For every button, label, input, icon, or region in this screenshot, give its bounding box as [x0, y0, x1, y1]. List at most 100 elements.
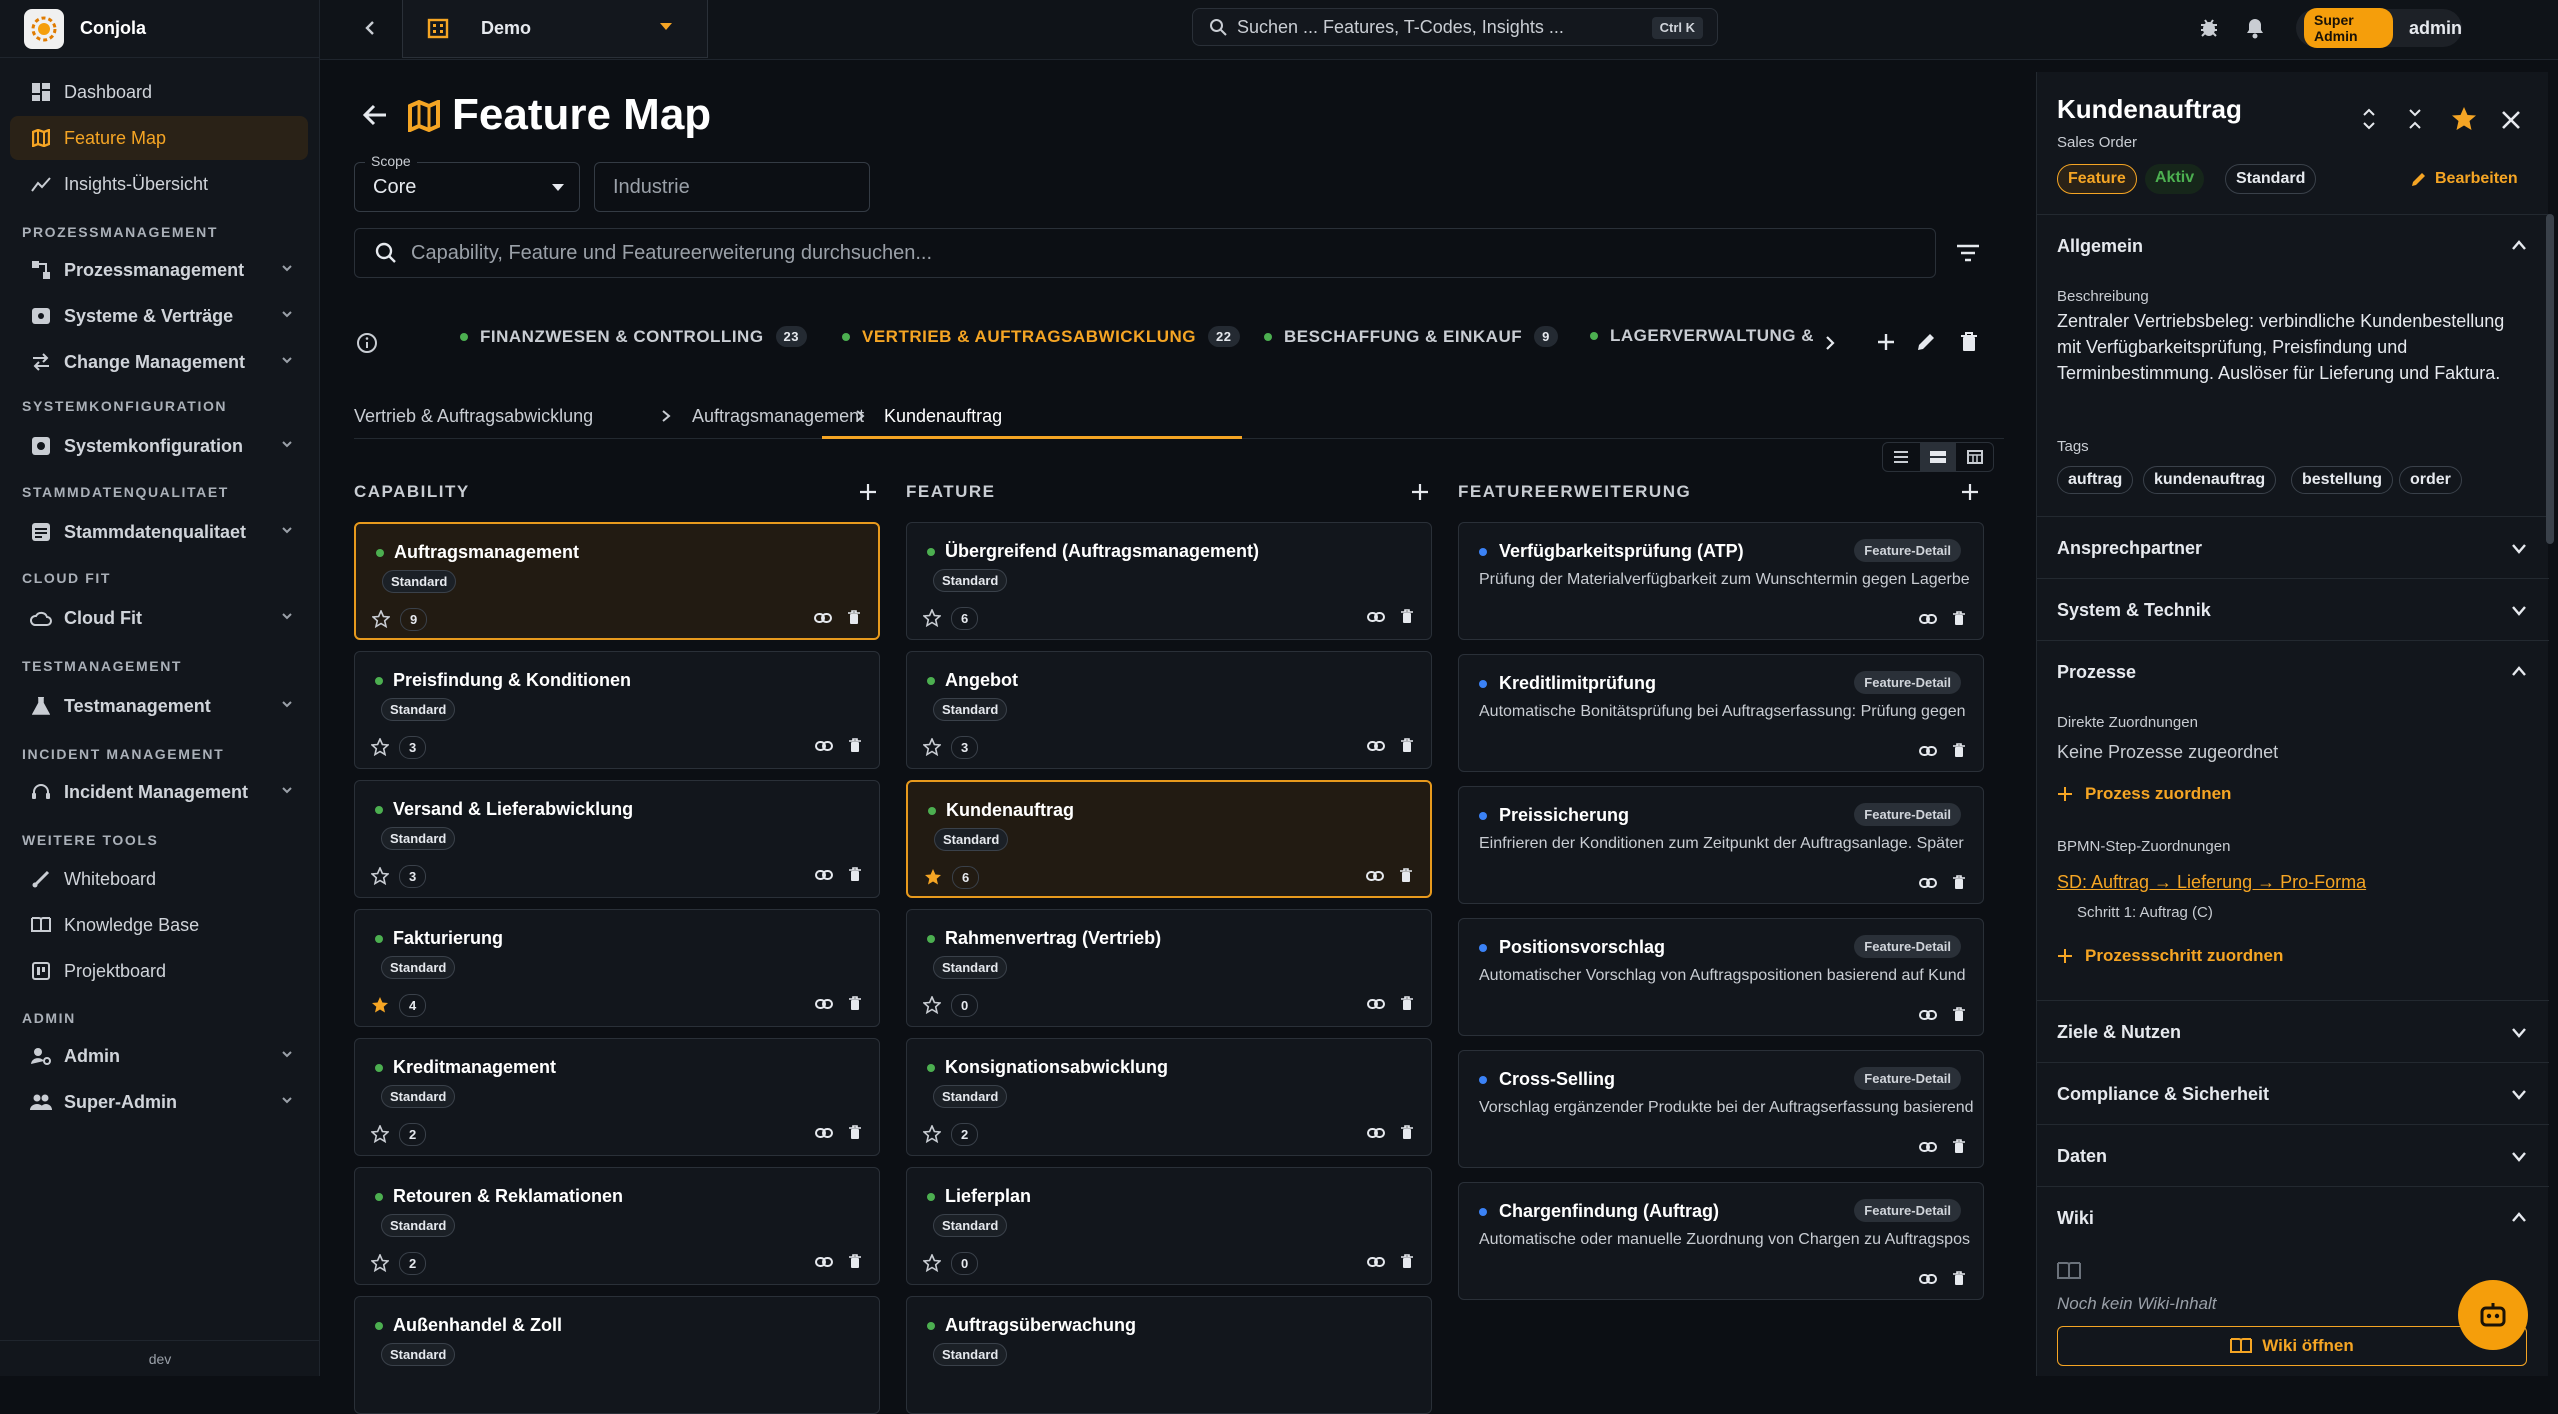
- favorite-toggle[interactable]: [923, 1254, 941, 1272]
- back-button[interactable]: [362, 102, 388, 128]
- scope-select[interactable]: Scope Core: [354, 153, 580, 212]
- tab-beschaffung[interactable]: BESCHAFFUNG & EINKAUF 9: [1264, 326, 1558, 347]
- assistant-button[interactable]: [2458, 1280, 2528, 1350]
- capability-card[interactable]: Versand & Lieferabwicklung Standard 3: [354, 780, 880, 898]
- add-capability-button[interactable]: [858, 482, 878, 502]
- nav-change-management[interactable]: Change Management: [10, 340, 308, 384]
- brand[interactable]: Conjola: [0, 0, 320, 58]
- link-button[interactable]: [1367, 1256, 1385, 1268]
- link-button[interactable]: [815, 1127, 833, 1139]
- industry-field[interactable]: Industrie: [594, 162, 870, 212]
- feature-card[interactable]: Lieferplan Standard 0: [906, 1167, 1432, 1285]
- edit-tab-button[interactable]: [1916, 332, 1936, 352]
- add-extension-button[interactable]: [1960, 482, 1980, 502]
- user-menu[interactable]: Super Admin admin: [2296, 8, 2462, 48]
- favorite-toggle[interactable]: [371, 996, 389, 1014]
- bpmn-link[interactable]: SD: Auftrag → Lieferung → Pro-Forma: [2057, 872, 2366, 893]
- section-compliance[interactable]: Compliance & Sicherheit: [2037, 1062, 2549, 1124]
- notifications-button[interactable]: [2244, 15, 2266, 39]
- favorite-button[interactable]: [2451, 106, 2477, 132]
- link-button[interactable]: [1919, 745, 1937, 757]
- favorite-toggle[interactable]: [923, 609, 941, 627]
- delete-button[interactable]: [1953, 875, 1965, 889]
- feature-card[interactable]: Rahmenvertrag (Vertrieb) Standard 0: [906, 909, 1432, 1027]
- capability-card[interactable]: Kreditmanagement Standard 2: [354, 1038, 880, 1156]
- link-button[interactable]: [815, 869, 833, 881]
- workspace-selector[interactable]: Demo: [402, 0, 708, 58]
- nav-insights[interactable]: Insights-Übersicht: [10, 162, 308, 206]
- delete-button[interactable]: [1953, 743, 1965, 757]
- section-ziele-nutzen[interactable]: Ziele & Nutzen: [2037, 1000, 2549, 1062]
- feature-card[interactable]: Angebot Standard 3: [906, 651, 1432, 769]
- delete-button[interactable]: [1401, 609, 1413, 623]
- favorite-toggle[interactable]: [371, 867, 389, 885]
- tag[interactable]: auftrag: [2057, 466, 2134, 494]
- feature-card[interactable]: Auftragsüberwachung Standard: [906, 1296, 1432, 1414]
- delete-button[interactable]: [849, 996, 861, 1010]
- nav-whiteboard[interactable]: Whiteboard: [10, 857, 308, 901]
- delete-button[interactable]: [1401, 1125, 1413, 1139]
- tabs-scroll-right-button[interactable]: [1822, 334, 1838, 352]
- nav-prozessmanagement[interactable]: Prozessmanagement: [10, 248, 308, 292]
- link-button[interactable]: [815, 998, 833, 1010]
- delete-button[interactable]: [849, 867, 861, 881]
- nav-super-admin[interactable]: Super-Admin: [10, 1080, 308, 1124]
- section-daten[interactable]: Daten: [2037, 1124, 2549, 1186]
- open-wiki-button[interactable]: Wiki öffnen: [2057, 1326, 2527, 1366]
- nav-systemkonfiguration[interactable]: Systemkonfiguration: [10, 424, 308, 468]
- nav-cloud-fit[interactable]: Cloud Fit: [10, 596, 308, 640]
- delete-button[interactable]: [849, 1254, 861, 1268]
- tab-finanzwesen[interactable]: FINANZWESEN & CONTROLLING 23: [460, 326, 808, 347]
- nav-incident-management[interactable]: Incident Management: [10, 770, 308, 814]
- add-feature-button[interactable]: [1410, 482, 1430, 502]
- section-system-technik[interactable]: System & Technik: [2037, 578, 2549, 640]
- panel-scrollbar[interactable]: [2546, 214, 2554, 544]
- link-button[interactable]: [1367, 740, 1385, 752]
- assign-step-button[interactable]: Prozessschritt zuordnen: [2057, 946, 2283, 966]
- delete-button[interactable]: [1953, 611, 1965, 625]
- delete-button[interactable]: [1401, 996, 1413, 1010]
- view-compact-button[interactable]: [1919, 443, 1957, 471]
- link-button[interactable]: [1919, 1273, 1937, 1285]
- extension-card[interactable]: Cross-Selling Feature-Detail Vorschlag erg…: [1458, 1050, 1984, 1168]
- edit-button[interactable]: Bearbeiten: [2411, 170, 2518, 188]
- capability-card[interactable]: Preisfindung & Konditionen Standard 3: [354, 651, 880, 769]
- delete-button[interactable]: [1953, 1139, 1965, 1153]
- capability-card[interactable]: Außenhandel & Zoll Standard: [354, 1296, 880, 1414]
- favorite-toggle[interactable]: [923, 738, 941, 756]
- capability-card[interactable]: Fakturierung Standard 4: [354, 909, 880, 1027]
- nav-stammdatenqualitaet[interactable]: Stammdatenqualitaet: [10, 510, 308, 554]
- delete-button[interactable]: [1953, 1007, 1965, 1021]
- nav-knowledge-base[interactable]: Knowledge Base: [10, 903, 308, 947]
- link-button[interactable]: [815, 1256, 833, 1268]
- info-button[interactable]: [356, 332, 378, 354]
- nav-admin[interactable]: Admin: [10, 1034, 308, 1078]
- tag[interactable]: order: [2399, 466, 2462, 494]
- tab-vertrieb[interactable]: VERTRIEB & AUFTRAGSABWICKLUNG 22: [842, 326, 1240, 347]
- link-button[interactable]: [1919, 613, 1937, 625]
- extension-card[interactable]: Kreditlimitprüfung Feature-Detail Automati…: [1458, 654, 1984, 772]
- nav-systeme-vertraege[interactable]: Systeme & Verträge: [10, 294, 308, 338]
- breadcrumb-item-2[interactable]: Auftragsmanagement: [656, 406, 864, 427]
- feature-card[interactable]: Übergreifend (Auftragsmanagement) Standar…: [906, 522, 1432, 640]
- extension-card[interactable]: Chargenfindung (Auftrag) Feature-Detail Au…: [1458, 1182, 1984, 1300]
- collapse-button[interactable]: [2407, 108, 2423, 130]
- expand-button[interactable]: [2361, 108, 2377, 130]
- delete-button[interactable]: [849, 1125, 861, 1139]
- favorite-toggle[interactable]: [371, 738, 389, 756]
- tag[interactable]: bestellung: [2291, 466, 2394, 494]
- assign-process-button[interactable]: Prozess zuordnen: [2057, 784, 2231, 804]
- favorite-toggle[interactable]: [924, 868, 942, 886]
- nav-projektboard[interactable]: Projektboard: [10, 949, 308, 993]
- favorite-toggle[interactable]: [371, 1254, 389, 1272]
- favorite-toggle[interactable]: [923, 1125, 941, 1143]
- view-list-button[interactable]: [1883, 443, 1920, 471]
- link-button[interactable]: [814, 612, 832, 624]
- delete-button[interactable]: [1953, 1271, 1965, 1285]
- global-search[interactable]: Suchen ... Features, T-Codes, Insights .…: [1192, 8, 1718, 46]
- feature-card[interactable]: Konsignationsabwicklung Standard 2: [906, 1038, 1432, 1156]
- filter-button[interactable]: [1956, 244, 1980, 262]
- delete-tab-button[interactable]: [1960, 332, 1978, 352]
- link-button[interactable]: [1919, 1009, 1937, 1021]
- section-allgemein[interactable]: Allgemein: [2037, 214, 2549, 276]
